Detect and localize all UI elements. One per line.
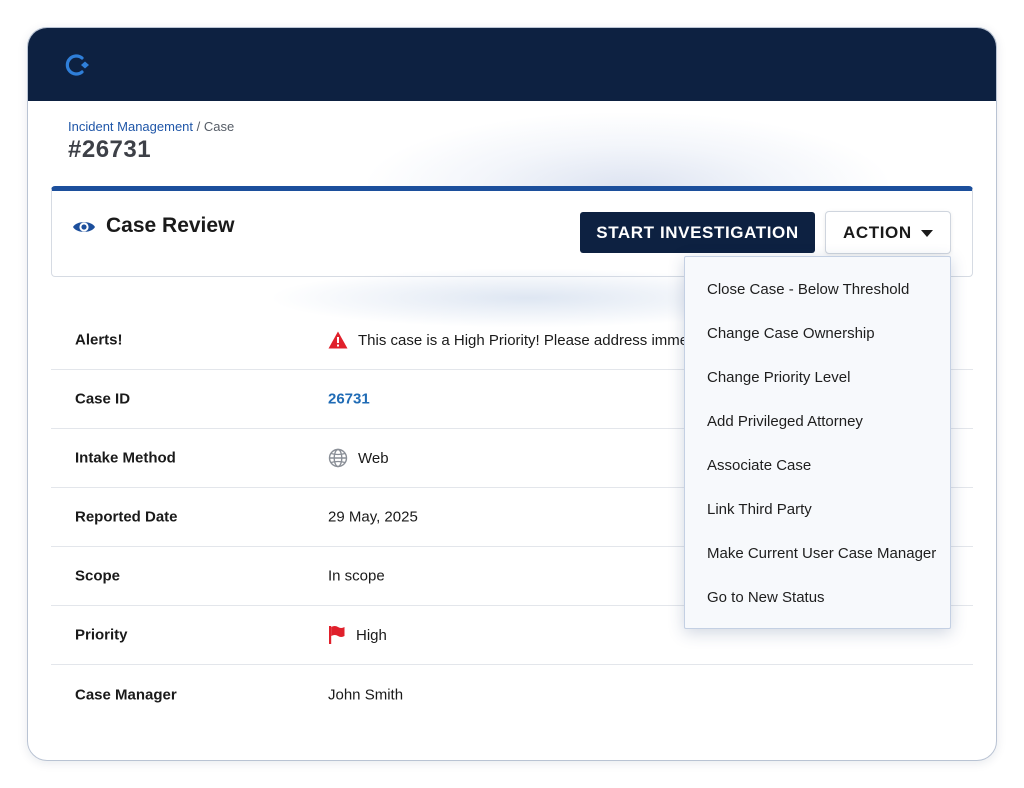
reported-date-value: 29 May, 2025: [328, 508, 418, 526]
logo-icon[interactable]: [62, 52, 90, 78]
card-title: Case Review: [106, 214, 235, 237]
field-label: Priority: [75, 626, 128, 644]
menu-item-change-ownership[interactable]: Change Case Ownership: [685, 312, 950, 356]
field-label: Intake Method: [75, 449, 176, 467]
breadcrumb-current: Case: [203, 119, 235, 134]
page-title: #26731: [68, 136, 152, 163]
field-label: Reported Date: [75, 508, 178, 526]
breadcrumb-separator: /: [196, 119, 201, 134]
menu-item-close-case[interactable]: Close Case - Below Threshold: [685, 268, 950, 312]
field-label: Scope: [75, 567, 121, 585]
field-label: Case Manager: [75, 686, 177, 703]
menu-item-change-priority[interactable]: Change Priority Level: [685, 356, 950, 400]
menu-item-link-third-party[interactable]: Link Third Party: [685, 488, 950, 532]
eye-icon: [73, 222, 95, 232]
action-dropdown-button[interactable]: ACTION: [825, 211, 951, 254]
field-label: Case ID: [75, 390, 131, 408]
action-menu: Close Case - Below Threshold Change Case…: [684, 256, 951, 629]
scope-value: In scope: [328, 567, 385, 585]
start-investigation-button[interactable]: START INVESTIGATION: [580, 212, 815, 253]
field-row-case-manager: Case Manager John Smith: [51, 665, 973, 724]
menu-item-add-attorney[interactable]: Add Privileged Attorney: [685, 400, 950, 444]
menu-item-associate-case[interactable]: Associate Case: [685, 444, 950, 488]
action-label: ACTION: [843, 222, 912, 242]
breadcrumb: Incident Management / Case: [68, 119, 234, 134]
case-id-link[interactable]: 26731: [328, 391, 370, 408]
app-window: Incident Management / Case #26731 Case R…: [27, 27, 997, 761]
menu-item-make-case-manager[interactable]: Make Current User Case Manager: [685, 532, 950, 576]
intake-method-value: Web: [358, 449, 389, 467]
menu-item-new-status[interactable]: Go to New Status: [685, 576, 950, 620]
warning-triangle-icon: [328, 331, 348, 349]
case-manager-value: John Smith: [328, 686, 404, 703]
breadcrumb-link-incident-management[interactable]: Incident Management: [68, 119, 193, 134]
globe-icon: [328, 448, 348, 468]
alert-message: This case is a High Priority! Please add…: [358, 331, 735, 349]
field-label: Alerts!: [75, 331, 123, 349]
top-bar: [28, 28, 996, 101]
flag-icon: [329, 626, 345, 644]
priority-value: High: [356, 626, 387, 644]
caret-down-icon: [921, 230, 933, 237]
